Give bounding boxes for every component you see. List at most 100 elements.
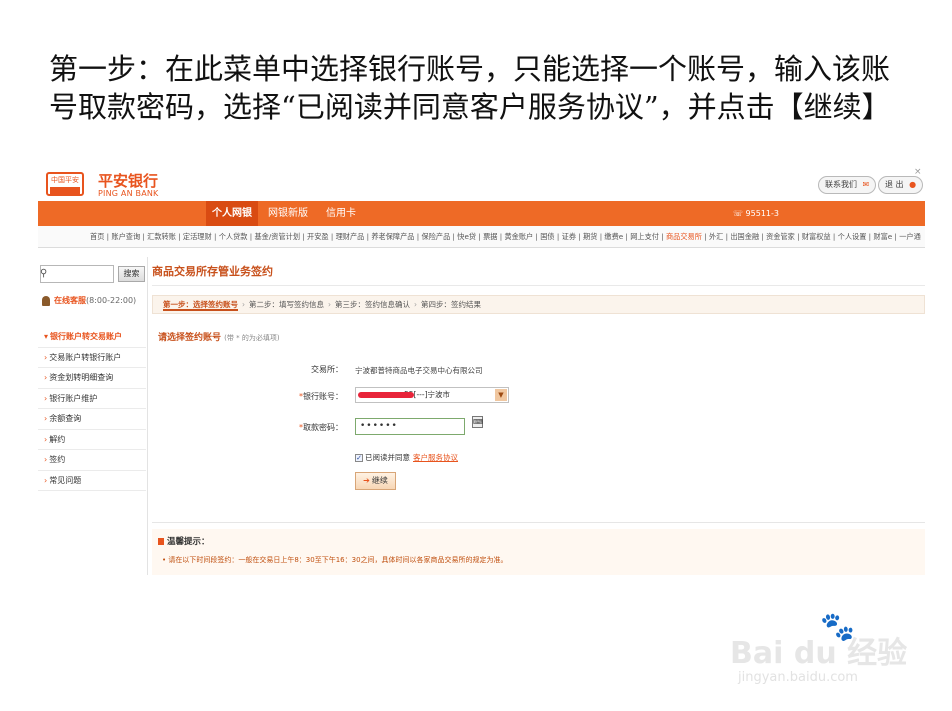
sidebar-menu: ▾ 银行账户转交易账户 › 交易账户转银行账户 › 资金划转明细查询 › 银行账户维护 › 余额查…	[38, 327, 146, 491]
service-label: 在线客服	[54, 296, 86, 305]
chevron-right-icon: ›	[44, 414, 48, 423]
sidebar-item-label: 资金划转明细查询	[49, 373, 114, 382]
soft-keyboard-icon[interactable]: ⌨	[472, 416, 483, 428]
tips-text-body: 请在以下时间段签约：一般在交易日上午8：30至下午16：30之间，具体时间以各家…	[168, 556, 508, 564]
subnav-item[interactable]: 基金/资管计划	[254, 232, 300, 241]
section-title: 请选择签约账号 (带 * 的为必填项)	[158, 330, 280, 343]
subnav-separator: |	[175, 232, 183, 241]
phone-icon: ☏	[733, 209, 746, 218]
online-service[interactable]: 在线客服(8:00-22:00)	[42, 291, 146, 311]
search-icon: ⚲	[40, 268, 48, 279]
step-1: 第一步：选择签约账号	[163, 300, 238, 311]
step-separator-icon: ›	[414, 300, 417, 309]
sidebar-item[interactable]: › 银行账户维护	[38, 389, 146, 409]
agree-text: 已阅读并同意	[365, 453, 410, 462]
subnav-item[interactable]: 一户通	[899, 232, 921, 241]
sidebar-item[interactable]: › 解约	[38, 430, 146, 450]
tab-new-banking[interactable]: 网银新版	[262, 201, 314, 226]
tab-personal-banking[interactable]: 个人网银	[206, 201, 258, 226]
subnav-item[interactable]: 理财产品	[336, 232, 365, 241]
required-note: (带 * 的为必填项)	[224, 334, 280, 342]
subnav-item[interactable]: 个人设置	[838, 232, 867, 241]
subnav-item[interactable]: 资金管家	[766, 232, 795, 241]
tips-text: • 请在以下时间段签约：一般在交易日上午8：30至下午16：30之间，具体时间以…	[162, 556, 508, 564]
main-content: 商品交易所存管业务签约 第一步：选择签约账号 › 第二步：填写签约信息 › 第三步：签约…	[152, 257, 925, 575]
subnav-item[interactable]: 网上支付	[630, 232, 659, 241]
sidebar-item-label: 交易账户转银行账户	[49, 352, 122, 362]
top-header: 中国平安 平安银行 PING AN BANK 联系我们 ✉ 退 出 ● ×	[38, 165, 925, 201]
subnav-item[interactable]: 国债	[540, 232, 554, 241]
hotline-number: 95511-3	[745, 209, 779, 218]
subnav-item[interactable]: 首页	[90, 232, 104, 241]
agree-checkbox[interactable]: ✓	[355, 454, 363, 462]
password-label: *取款密码：	[299, 423, 343, 432]
close-icon[interactable]: ×	[914, 167, 922, 177]
subnav-item[interactable]: 期货	[583, 232, 597, 241]
service-hours: (8:00-22:00)	[86, 296, 137, 305]
baidu-watermark: 🐾 Bai du 经验 jingyan.baidu.com	[730, 610, 930, 695]
search-button[interactable]: 搜索	[118, 266, 145, 282]
power-icon: ●	[909, 180, 917, 189]
account-label-text: 银行账号：	[303, 392, 343, 401]
password-label-text: 取款密码：	[303, 423, 343, 432]
subnav-separator: |	[658, 232, 666, 241]
sidebar-item[interactable]: › 签约	[38, 450, 146, 471]
sidebar-item[interactable]: › 交易账户转银行账户	[38, 348, 146, 368]
subnav-item[interactable]: 定活理财	[183, 232, 212, 241]
subnav-item[interactable]: 外汇	[709, 232, 723, 241]
arrow-right-icon: ➔	[363, 476, 370, 485]
subnav-item[interactable]: 缴费e	[604, 232, 623, 241]
subnav-separator: |	[794, 232, 802, 241]
subnav-item[interactable]: 开安盈	[307, 232, 329, 241]
subnav-item[interactable]: 票据	[483, 232, 497, 241]
mail-icon: ✉	[862, 180, 870, 189]
continue-button[interactable]: ➔ 继续	[355, 472, 396, 490]
subnav-item[interactable]: 快e贷	[457, 232, 476, 241]
search-input[interactable]	[40, 265, 114, 283]
subnav-item[interactable]: 账户查询	[111, 232, 140, 241]
chevron-right-icon: ›	[44, 455, 48, 464]
subnav-item[interactable]: 财富权益	[802, 232, 831, 241]
customer-service-icon	[42, 295, 50, 306]
step-2: 第二步：填写签约信息	[249, 300, 324, 309]
sidebar-item-label: 银行账户维护	[49, 393, 98, 403]
main-nav: 个人网银 网银新版 信用卡 ☏ 95511-3	[38, 201, 925, 226]
subnav-item[interactable]: 养老保障产品	[371, 232, 414, 241]
contact-us-button[interactable]: 联系我们 ✉	[818, 176, 877, 194]
brand-name-en: PING AN BANK	[98, 189, 159, 198]
step-indicator: 第一步：选择签约账号 › 第二步：填写签约信息 › 第三步：签约信息确认 › 第四步：签约结…	[152, 295, 925, 314]
tab-credit-card[interactable]: 信用卡	[320, 201, 362, 226]
sidebar: ⚲ 搜索 在线客服(8:00-22:00) ▾ 银行账户转交易账户 › 交易账户转银行…	[38, 257, 148, 575]
sidebar-item[interactable]: › 余额查询	[38, 409, 146, 430]
tips-title-text: 温馨提示：	[167, 537, 210, 547]
subnav-item[interactable]: 出国金融	[730, 232, 759, 241]
password-input[interactable]: ••••••	[355, 418, 465, 435]
subnav-item[interactable]: 个人贷款	[219, 232, 248, 241]
service-agreement-link[interactable]: 客户服务协议	[413, 453, 458, 462]
slide-instruction: 第一步：在此菜单中选择银行账号，只能选择一个账号，输入该账号取款密码，选择“已阅…	[49, 52, 891, 124]
logout-label: 退 出	[885, 180, 904, 189]
sidebar-item[interactable]: ▾ 银行账户转交易账户	[38, 327, 146, 348]
subnav-separator: |	[328, 232, 336, 241]
bank-account-select[interactable]: 55[---]宁波市 ▼	[355, 387, 509, 403]
page-title: 商品交易所存管业务签约	[152, 265, 273, 278]
logout-button[interactable]: 退 出 ●	[878, 176, 924, 194]
sidebar-search: ⚲ 搜索	[38, 265, 148, 283]
sidebar-item[interactable]: › 资金划转明细查询	[38, 368, 146, 389]
subnav-item[interactable]: 财富e	[873, 232, 892, 241]
subnav-item[interactable]: 汇款转账	[147, 232, 176, 241]
subnav-item[interactable]: 保险产品	[422, 232, 451, 241]
step-3: 第三步：签约信息确认	[335, 300, 410, 309]
section-title-text: 请选择签约账号	[158, 333, 222, 343]
tips-panel: 温馨提示： • 请在以下时间段签约：一般在交易日上午8：30至下午16：30之间…	[152, 529, 925, 575]
subnav-separator: |	[830, 232, 838, 241]
subnav-item[interactable]: 证券	[562, 232, 576, 241]
chevron-down-icon: ▾	[44, 332, 49, 341]
subnav-item[interactable]: 商品交易所	[666, 232, 702, 241]
subnav-separator: |	[576, 232, 584, 241]
subnav-item[interactable]: 黄金账户	[504, 232, 533, 241]
continue-label: 继续	[371, 476, 388, 485]
account-label: *银行账号：	[299, 392, 343, 401]
brand-name: 平安银行	[98, 172, 159, 190]
sidebar-item[interactable]: › 常见问题	[38, 471, 146, 491]
